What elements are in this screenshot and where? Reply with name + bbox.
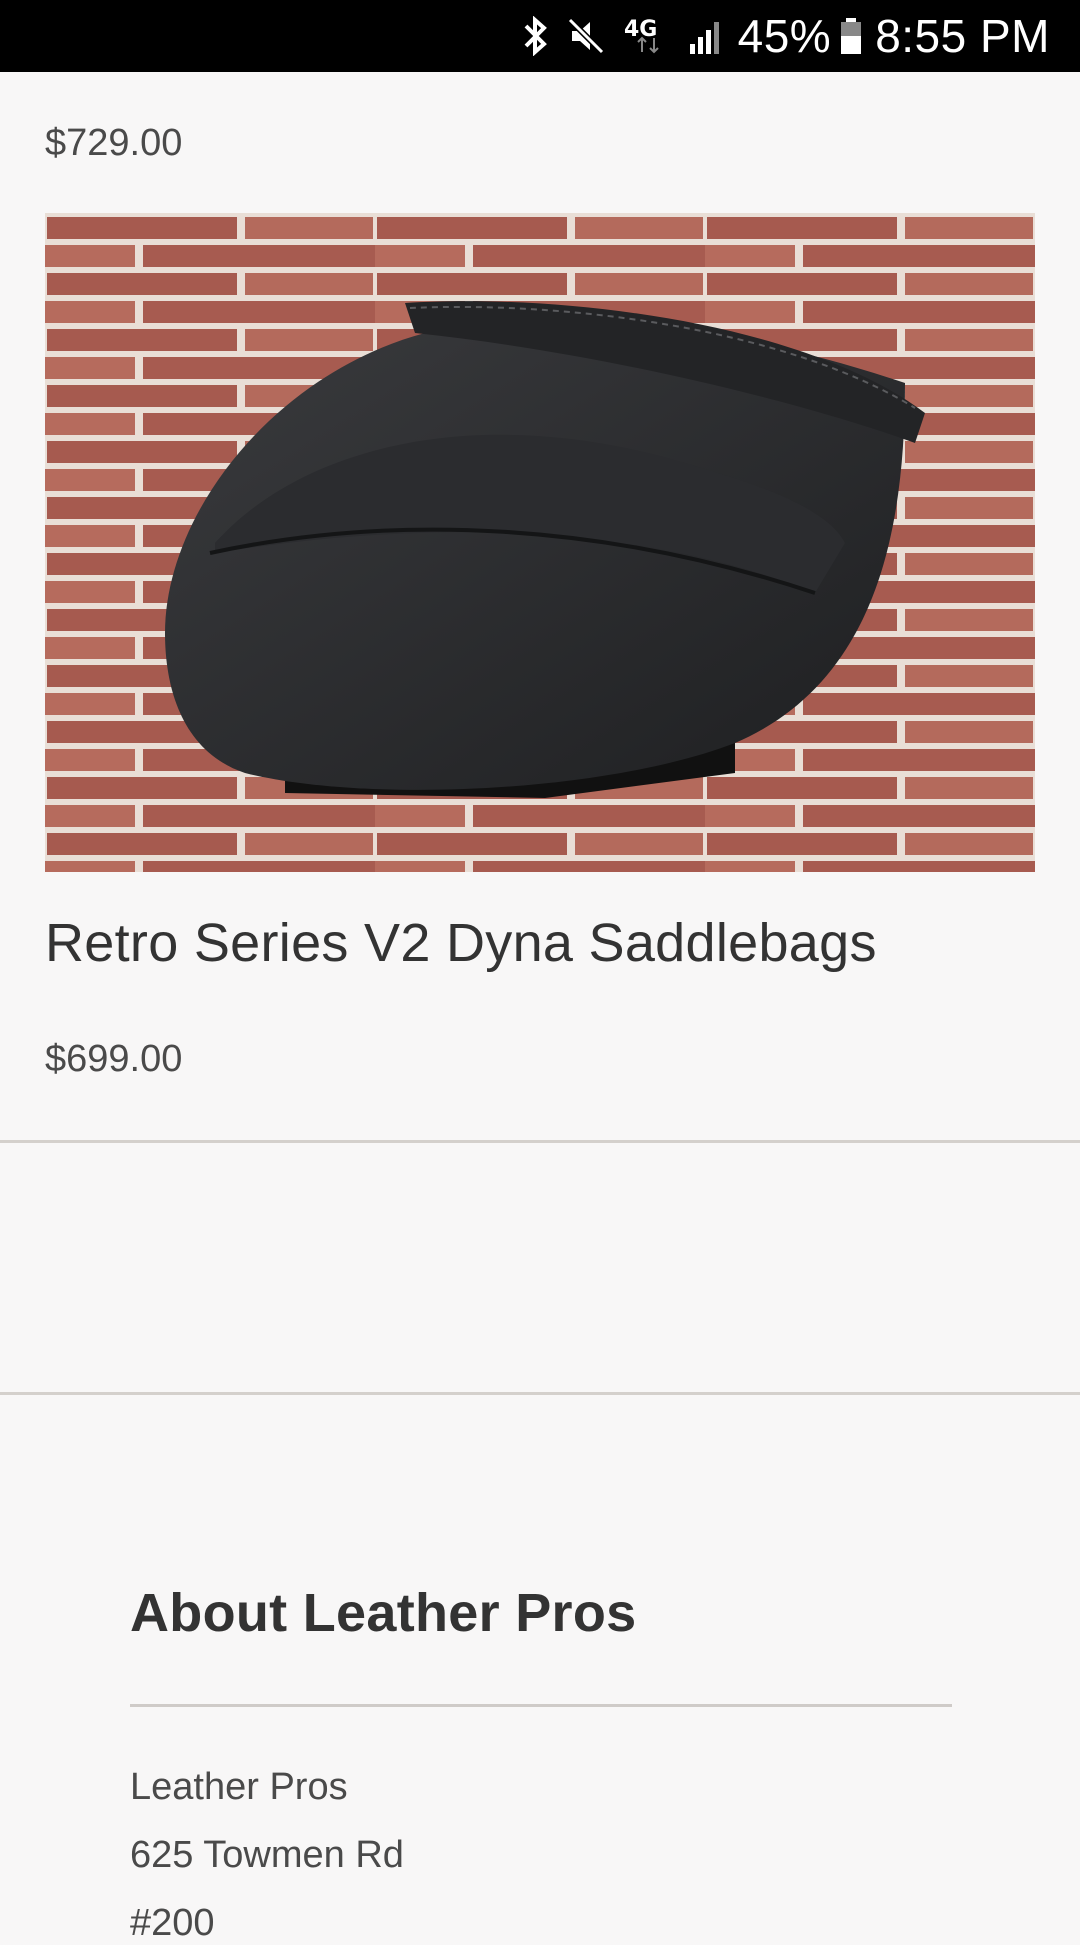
about-rule (130, 1704, 952, 1707)
product-title-link[interactable]: Retro Series V2 Dyna Saddlebags (45, 912, 877, 974)
address-company: Leather Pros (130, 1766, 348, 1808)
product-list-page: $729.00 Retro Series V2 Dyna Saddlebags … (0, 72, 1080, 1944)
battery-percent: 45% (737, 10, 832, 62)
bluetooth-icon (522, 16, 548, 56)
section-divider (0, 1140, 1080, 1143)
previous-product-price: $729.00 (45, 122, 183, 164)
status-bar: 4G 45% 8:55 PM (0, 0, 1080, 72)
battery-icon (839, 16, 863, 56)
address-suite: #200 (130, 1902, 215, 1944)
footer-divider (0, 1392, 1080, 1395)
about-heading: About Leather Pros (130, 1583, 637, 1643)
address-street: 625 Towmen Rd (130, 1834, 404, 1876)
product-image[interactable] (45, 213, 1035, 872)
product-price: $699.00 (45, 1038, 183, 1080)
signal-icon (688, 18, 726, 54)
mute-icon (566, 16, 606, 56)
saddlebag-photo (45, 213, 1035, 872)
4g-lte-icon: 4G (624, 16, 670, 56)
clock: 8:55 PM (875, 10, 1050, 62)
